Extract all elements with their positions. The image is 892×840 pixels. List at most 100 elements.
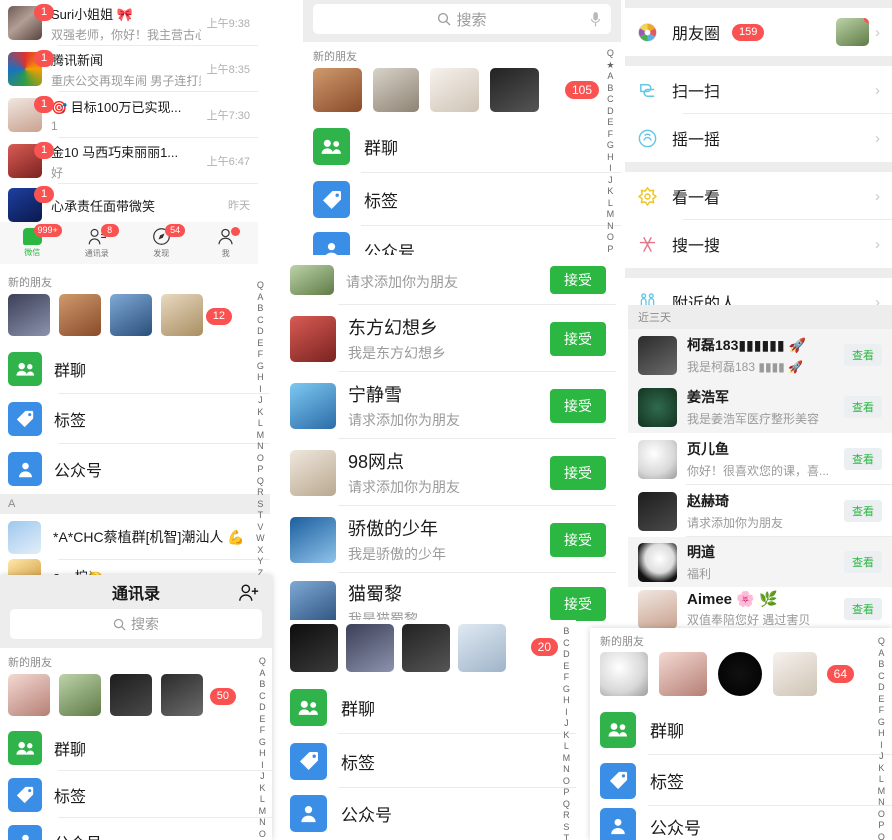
index-letter[interactable]: H: [563, 695, 570, 707]
index-letter[interactable]: L: [260, 794, 265, 806]
index-letter[interactable]: C: [257, 315, 264, 327]
index-letter[interactable]: F: [260, 725, 266, 737]
index-letter[interactable]: ★: [606, 60, 614, 72]
index-letter[interactable]: V: [257, 522, 263, 534]
index-letter[interactable]: E: [257, 338, 263, 350]
index-letter[interactable]: B: [257, 303, 263, 315]
index-letter[interactable]: E: [563, 661, 569, 673]
new-friends-avatars[interactable]: 50: [0, 674, 272, 724]
index-letter[interactable]: O: [878, 809, 885, 821]
index-letter[interactable]: C: [878, 671, 885, 683]
friend-request-row[interactable]: 宁静雪 请求添加你为朋友 接受: [280, 372, 616, 439]
index-letter[interactable]: X: [257, 545, 263, 557]
new-friends-avatars[interactable]: 105: [303, 68, 621, 120]
index-letter[interactable]: F: [258, 349, 264, 361]
discover-item-shake[interactable]: 摇一摇 ›: [625, 114, 892, 162]
contacts-entry-official-accounts[interactable]: 公众号: [0, 818, 272, 840]
index-letter[interactable]: Y: [257, 556, 263, 568]
index-letter[interactable]: C: [259, 691, 266, 703]
view-button[interactable]: 查看: [844, 598, 882, 620]
index-letter[interactable]: S: [563, 822, 569, 834]
index-letter[interactable]: Q: [257, 476, 264, 488]
discover-item-moments[interactable]: 朋友圈 159 ›: [625, 8, 892, 56]
index-letter[interactable]: H: [878, 728, 885, 740]
index-letter[interactable]: E: [878, 694, 884, 706]
index-letter[interactable]: D: [259, 702, 266, 714]
index-letter[interactable]: M: [259, 806, 267, 818]
accept-button[interactable]: 接受: [550, 388, 606, 423]
recent-row[interactable]: 赵赫琦 请求添加你为朋友 查看: [628, 485, 892, 537]
alphabet-index[interactable]: Q★ABCDEFGHIJKLMNOPQ: [604, 48, 617, 262]
contacts-entry-tags[interactable]: 标签: [590, 755, 892, 806]
index-letter[interactable]: I: [880, 740, 883, 752]
view-button[interactable]: 查看: [844, 396, 882, 418]
chat-row[interactable]: Suri小姐姐 🎀 双强老师，你好！我主营古心殿... 上午9:38 1: [0, 0, 258, 46]
index-letter[interactable]: K: [259, 783, 265, 795]
chat-row[interactable]: 金10 马西巧束丽丽1... 好 上午6:47 1: [0, 138, 258, 184]
index-letter[interactable]: M: [878, 786, 886, 798]
index-letter[interactable]: D: [563, 649, 570, 661]
contact-row[interactable]: *A*CHC蔡植群[机智]潮汕人 💪: [0, 514, 270, 560]
contacts-entry-group-chat[interactable]: 群聊: [590, 704, 892, 755]
accept-button[interactable]: 接受: [550, 522, 606, 557]
index-letter[interactable]: D: [878, 682, 885, 694]
index-letter[interactable]: P: [878, 820, 884, 832]
contacts-entry-tags[interactable]: 标签: [0, 771, 272, 818]
accept-button[interactable]: 接受: [550, 321, 606, 356]
index-letter[interactable]: M: [257, 430, 265, 442]
index-letter[interactable]: R: [563, 810, 570, 822]
search-input[interactable]: 搜索: [10, 609, 262, 639]
accept-button[interactable]: 接受: [550, 587, 606, 621]
contacts-entry-group-chat[interactable]: 群聊: [0, 724, 272, 771]
recent-row[interactable]: 明道 福利 查看: [628, 537, 892, 587]
index-letter[interactable]: L: [608, 198, 613, 210]
index-letter[interactable]: G: [607, 140, 614, 152]
index-letter[interactable]: C: [563, 638, 570, 650]
friend-request-row[interactable]: 98网点 请求添加你为朋友 接受: [280, 439, 616, 506]
alphabet-index[interactable]: QABCDEFGHIJKLMNOPQR: [875, 636, 888, 840]
index-letter[interactable]: J: [564, 718, 569, 730]
index-letter[interactable]: J: [879, 751, 884, 763]
index-letter[interactable]: L: [564, 741, 569, 753]
discover-item-scan[interactable]: 扫一扫 ›: [625, 66, 892, 114]
index-letter[interactable]: K: [878, 763, 884, 775]
index-letter[interactable]: N: [607, 221, 614, 233]
index-letter[interactable]: K: [607, 186, 613, 198]
index-letter[interactable]: J: [260, 771, 265, 783]
index-letter[interactable]: I: [261, 760, 264, 772]
tab-contacts[interactable]: 通讯录 8: [65, 222, 130, 264]
discover-item-search[interactable]: 搜一搜 ›: [625, 220, 892, 268]
alphabet-index[interactable]: QABCDEFGHIJKLMNOPQRS: [256, 656, 269, 840]
friend-request-row[interactable]: 骄傲的少年 我是骄傲的少年 接受: [280, 506, 616, 573]
discover-item-top-stories[interactable]: 看一看 ›: [625, 172, 892, 220]
index-letter[interactable]: M: [607, 209, 615, 221]
index-letter[interactable]: I: [259, 384, 262, 396]
index-letter[interactable]: I: [565, 707, 568, 719]
index-letter[interactable]: N: [563, 764, 570, 776]
index-letter[interactable]: J: [258, 395, 263, 407]
recent-row[interactable]: Aimee 🌸 🌿 双值奉陪您好 遇过害贝 查看: [628, 587, 892, 630]
accept-button[interactable]: 接受: [550, 455, 606, 490]
contacts-entry-official-accounts[interactable]: 公众号: [590, 806, 892, 840]
index-letter[interactable]: K: [257, 407, 263, 419]
index-letter[interactable]: P: [257, 464, 263, 476]
add-contact-icon[interactable]: [238, 583, 260, 602]
discover-item-people-nearby[interactable]: 附近的人 ›: [625, 278, 892, 305]
index-letter[interactable]: H: [607, 152, 614, 164]
index-letter[interactable]: B: [259, 679, 265, 691]
friend-request-row[interactable]: 请求添加你为朋友 接受: [280, 255, 616, 305]
view-button[interactable]: 查看: [844, 448, 882, 470]
index-letter[interactable]: F: [608, 129, 614, 141]
recent-row[interactable]: 柯磊183▮▮▮▮▮▮ 🚀 我是柯磊183 ▮▮▮▮ 🚀 查看: [628, 329, 892, 381]
new-friends-avatars[interactable]: 20: [280, 620, 576, 680]
chat-row[interactable]: 🎯 目标100万已实现... 1 上午7:30 1: [0, 92, 258, 138]
index-letter[interactable]: O: [257, 453, 264, 465]
index-letter[interactable]: B: [607, 83, 613, 95]
index-letter[interactable]: R: [257, 487, 264, 499]
index-letter[interactable]: F: [879, 705, 885, 717]
index-letter[interactable]: T: [258, 510, 264, 522]
index-letter[interactable]: J: [608, 175, 613, 187]
new-friends-avatars[interactable]: 12: [0, 294, 270, 344]
tab-me[interactable]: 我: [194, 222, 259, 264]
new-friends-avatars[interactable]: 64: [590, 652, 892, 704]
